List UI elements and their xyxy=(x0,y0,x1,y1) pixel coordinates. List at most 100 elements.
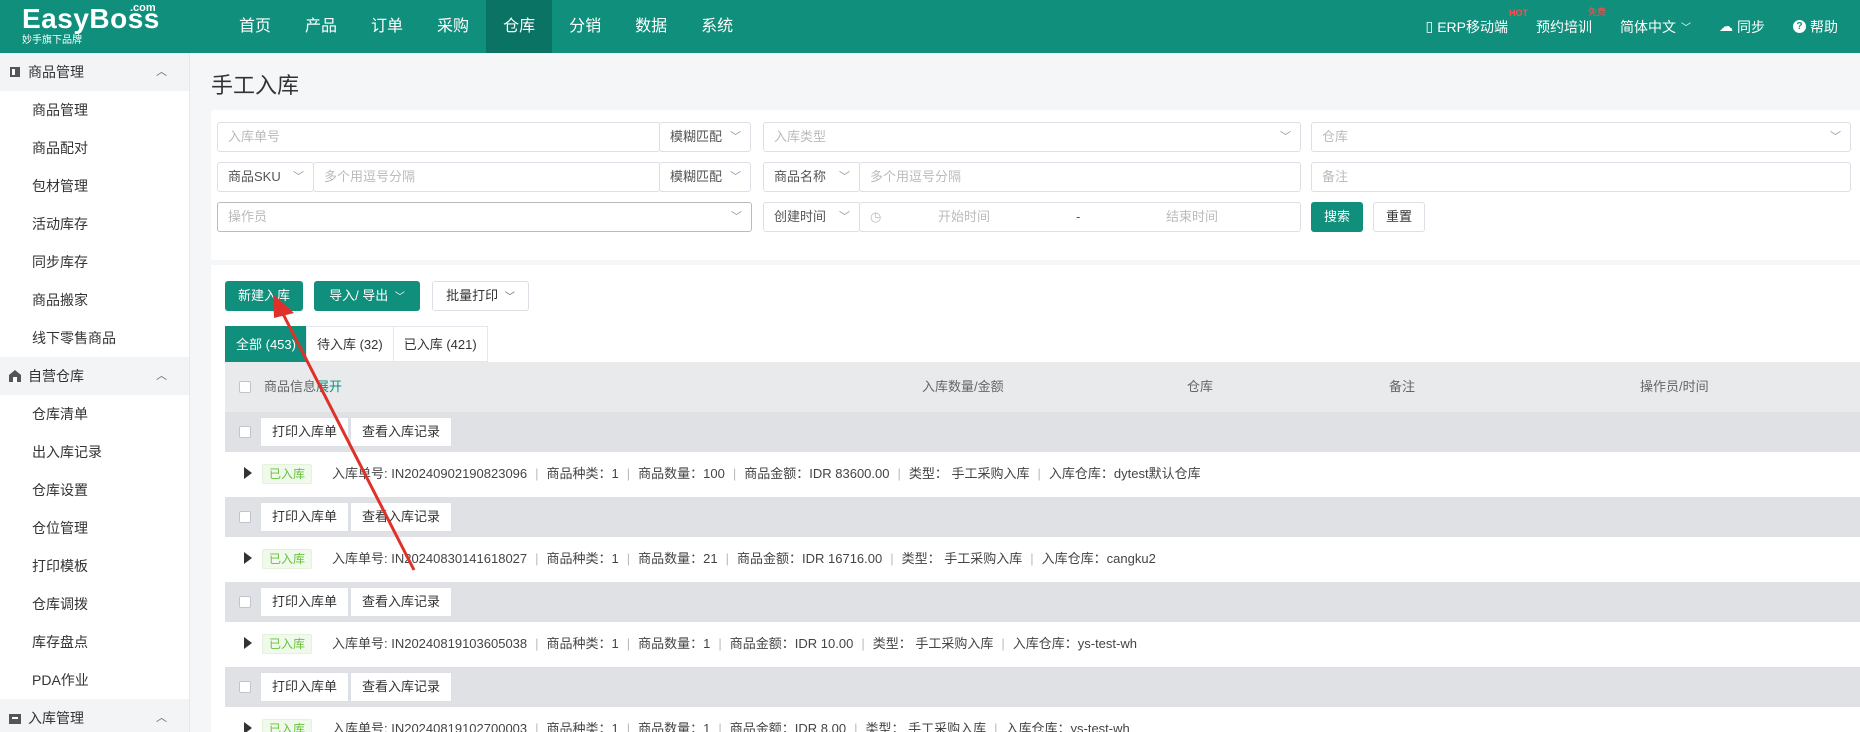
sidebar-group-inbound[interactable]: 入库管理 ︿ xyxy=(0,699,189,732)
training-label: 预约培训 xyxy=(1536,18,1592,35)
sidebar-item-sync-stock[interactable]: 同步库存 xyxy=(0,243,189,281)
nav-distribution[interactable]: 分销 xyxy=(552,0,618,53)
start-time-input[interactable]: 开始时间 xyxy=(938,203,990,231)
end-time-input[interactable]: 结束时间 xyxy=(1166,203,1218,231)
sidebar-item-inout-records[interactable]: 出入库记录 xyxy=(0,433,189,471)
batch-print-button[interactable]: 批量打印 ﹀ xyxy=(432,281,529,311)
sidebar-item-packaging[interactable]: 包材管理 xyxy=(0,167,189,205)
row-checkbox[interactable] xyxy=(239,426,251,438)
sku-field-select[interactable]: 商品SKU ﹀ xyxy=(217,162,314,192)
print-inbound-button[interactable]: 打印入库单 xyxy=(260,502,350,532)
chevron-down-icon: ﹀ xyxy=(730,131,741,143)
select-all-checkbox[interactable] xyxy=(239,381,251,393)
divider: | xyxy=(1037,466,1041,481)
sidebar-item-location-management[interactable]: 仓位管理 xyxy=(0,509,189,547)
sidebar-item-stocktake[interactable]: 库存盘点 xyxy=(0,623,189,661)
view-records-button[interactable]: 查看入库记录 xyxy=(350,672,453,702)
tab-pending[interactable]: 待入库 (32) xyxy=(305,326,394,362)
sidebar-item-warehouse-list[interactable]: 仓库清单 xyxy=(0,395,189,433)
match-label: 模糊匹配 xyxy=(670,169,723,184)
page-title: 手工入库 xyxy=(211,73,300,98)
operator-select[interactable]: 操作员 ﹀ xyxy=(217,202,752,232)
sidebar-item-product-move[interactable]: 商品搬家 xyxy=(0,281,189,319)
sidebar: 商品管理 ︿ 商品管理 商品配对 包材管理 活动库存 同步库存 商品搬家 线下零… xyxy=(0,53,190,732)
order-no: 入库单号: IN20240819102700003 xyxy=(332,721,528,732)
sync-button[interactable]: ☁ 同步 xyxy=(1719,17,1765,37)
view-records-button[interactable]: 查看入库记录 xyxy=(350,587,453,617)
help-button[interactable]: ? 帮助 xyxy=(1793,17,1838,37)
sidebar-group-own-warehouse[interactable]: 自营仓库 ︿ xyxy=(0,357,189,395)
expand-row-icon[interactable] xyxy=(244,637,252,649)
nav-products[interactable]: 产品 xyxy=(288,0,354,53)
import-export-button[interactable]: 导入/ 导出 ﹀ xyxy=(314,281,420,311)
sidebar-item-product-pairing[interactable]: 商品配对 xyxy=(0,129,189,167)
sku-label: 商品SKU xyxy=(228,169,281,184)
chevron-down-icon: ﹀ xyxy=(1830,131,1841,143)
table-row[interactable]: 已入库 入库单号: IN20240902190823096 | 商品种类：1 | 商品数… xyxy=(225,452,1860,496)
sku-input[interactable]: 多个用逗号分隔 xyxy=(313,162,660,192)
product-name-input[interactable]: 多个用逗号分隔 xyxy=(859,162,1301,192)
warehouse-select[interactable]: 仓库 ﹀ xyxy=(1311,122,1851,152)
sidebar-item-warehouse-transfer[interactable]: 仓库调拨 xyxy=(0,585,189,623)
qty: 商品数量：1 xyxy=(638,636,711,651)
print-inbound-button[interactable]: 打印入库单 xyxy=(260,672,350,702)
table-row[interactable]: 已入库 入库单号: IN20240819103605038 | 商品种类：1 | 商品数… xyxy=(225,622,1860,666)
product-name-field-select[interactable]: 商品名称 ﹀ xyxy=(763,162,860,192)
operator-placeholder: 操作员 xyxy=(228,209,268,224)
sidebar-item-warehouse-settings[interactable]: 仓库设置 xyxy=(0,471,189,509)
table-row[interactable]: 已入库 入库单号: IN20240819102700003 | 商品种类：1 | 商品数… xyxy=(225,707,1860,732)
tab-all[interactable]: 全部 (453) xyxy=(225,326,307,362)
nav-purchase[interactable]: 采购 xyxy=(420,0,486,53)
print-inbound-button[interactable]: 打印入库单 xyxy=(260,417,350,447)
view-records-button[interactable]: 查看入库记录 xyxy=(350,417,453,447)
sidebar-item-print-templates[interactable]: 打印模板 xyxy=(0,547,189,585)
date-range-picker[interactable]: ◷ 开始时间 - 结束时间 xyxy=(859,202,1301,232)
view-records-button[interactable]: 查看入库记录 xyxy=(350,502,453,532)
sidebar-item-product-management[interactable]: 商品管理 xyxy=(0,91,189,129)
divider: | xyxy=(725,551,730,566)
row-checkbox[interactable] xyxy=(239,596,251,608)
time-type-select[interactable]: 创建时间 ﹀ xyxy=(763,202,860,232)
remark-input[interactable]: 备注 xyxy=(1311,162,1851,192)
training-link[interactable]: 预约培训 免费 xyxy=(1536,7,1606,37)
expand-row-icon[interactable] xyxy=(244,467,252,479)
record-summary: 入库单号: IN20240902190823096 | 商品种类：1 | 商品数量：10… xyxy=(332,452,1201,496)
table-row[interactable]: 已入库 入库单号: IN20240830141618027 | 商品种类：1 | 商品数… xyxy=(225,537,1860,581)
row-checkbox[interactable] xyxy=(239,511,251,523)
search-button[interactable]: 搜索 xyxy=(1311,202,1363,232)
inbound-type-select[interactable]: 入库类型 ﹀ xyxy=(763,122,1301,152)
divider: | xyxy=(535,721,539,732)
print-inbound-button[interactable]: 打印入库单 xyxy=(260,587,350,617)
status-tabs: 全部 (453) 待入库 (32) 已入库 (421) xyxy=(225,326,488,362)
expand-row-icon[interactable] xyxy=(244,552,252,564)
sidebar-item-offline-retail[interactable]: 线下零售商品 xyxy=(0,319,189,357)
language-select[interactable]: 简体中文 ﹀ xyxy=(1620,17,1691,37)
sidebar-item-pda[interactable]: PDA作业 xyxy=(0,661,189,699)
sku-match-select[interactable]: 模糊匹配 ﹀ xyxy=(659,162,751,192)
brand-logo[interactable]: EasyBoss .com 妙手旗下品牌 xyxy=(22,2,172,50)
tab-received[interactable]: 已入库 (421) xyxy=(392,326,488,362)
reset-button[interactable]: 重置 xyxy=(1373,202,1425,232)
amount: 商品金额：IDR 10.00 xyxy=(729,636,854,651)
new-inbound-button[interactable]: 新建入库 xyxy=(225,281,303,311)
main-nav: 首页 产品 订单 采购 仓库 分销 数据 系统 xyxy=(227,0,750,53)
range-separator: - xyxy=(1076,209,1081,224)
type: 类型： 手工采购入库 xyxy=(908,466,1030,481)
expand-link[interactable]: 展开 xyxy=(316,379,342,394)
nav-orders[interactable]: 订单 xyxy=(354,0,420,53)
nav-data[interactable]: 数据 xyxy=(618,0,684,53)
warehouse: 入库仓库：dytest默认仓库 xyxy=(1048,466,1201,481)
order-no-match-select[interactable]: 模糊匹配 ﹀ xyxy=(659,122,751,152)
expand-row-icon[interactable] xyxy=(244,722,252,732)
row-checkbox[interactable] xyxy=(239,681,251,693)
top-navbar: EasyBoss .com 妙手旗下品牌 首页 产品 订单 采购 仓库 分销 数… xyxy=(0,0,1860,53)
sidebar-group-products[interactable]: 商品管理 ︿ xyxy=(0,53,189,91)
sidebar-item-activity-stock[interactable]: 活动库存 xyxy=(0,205,189,243)
nav-home[interactable]: 首页 xyxy=(227,0,288,53)
order-no-input[interactable]: 入库单号 xyxy=(217,122,660,152)
nav-system[interactable]: 系统 xyxy=(684,0,750,53)
warehouse: 入库仓库：ys-test-wh xyxy=(1005,721,1130,732)
nav-warehouse[interactable]: 仓库 xyxy=(486,0,553,53)
amount: 商品金额：IDR 16716.00 xyxy=(737,551,883,566)
erp-mobile-link[interactable]: ▯ ERP移动端 HOT xyxy=(1425,8,1528,37)
